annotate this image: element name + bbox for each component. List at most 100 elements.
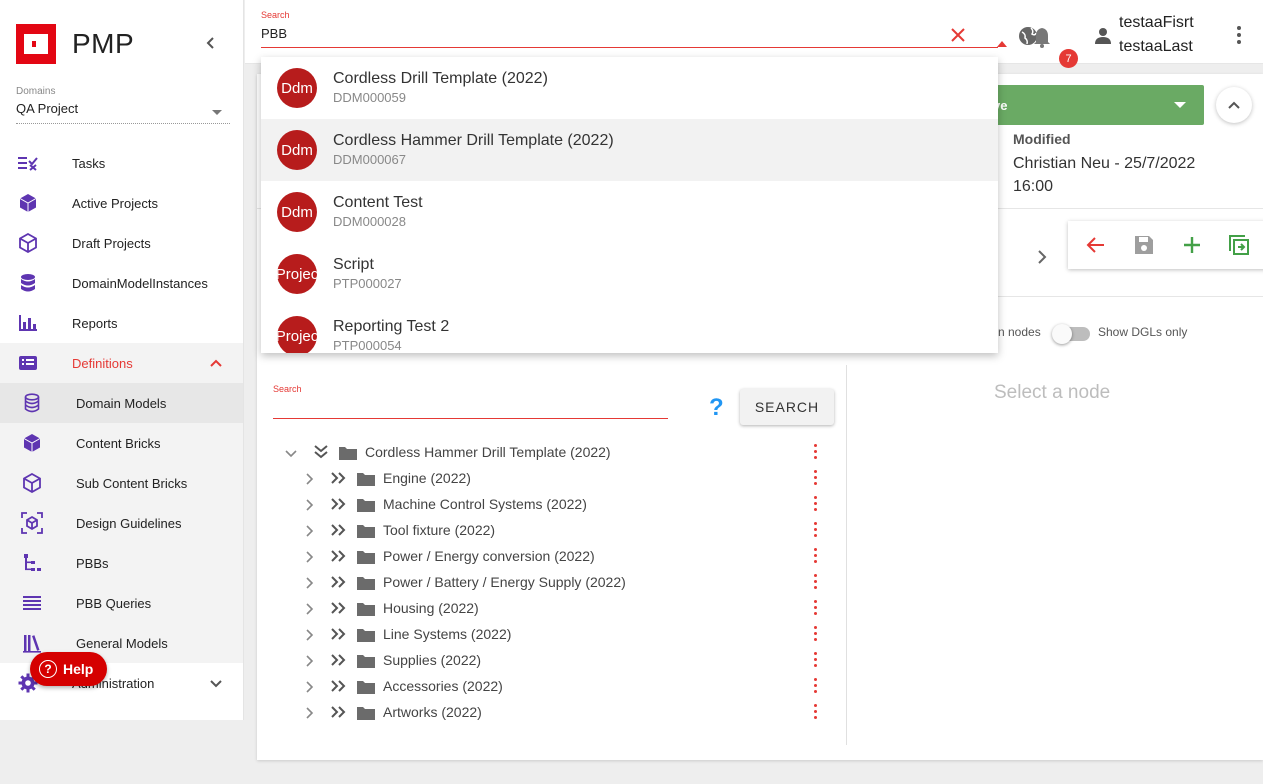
chevron-right-icon[interactable] <box>302 680 316 694</box>
globe-bell-icon[interactable] <box>1018 22 1062 50</box>
sidebar-item-definitions[interactable]: Definitions <box>0 343 243 383</box>
more-vert-icon[interactable] <box>812 678 818 696</box>
search-result-item[interactable]: Ddm Cordless Hammer Drill Template (2022)… <box>261 119 998 181</box>
more-vert-icon[interactable] <box>812 600 818 618</box>
search-result-item[interactable]: Ddm Cordless Drill Template (2022) DDM0000… <box>261 57 998 119</box>
double-chevron-right-icon[interactable] <box>330 523 348 537</box>
double-chevron-right-icon[interactable] <box>330 549 348 563</box>
double-chevron-right-icon[interactable] <box>330 627 348 641</box>
chevron-right-icon[interactable] <box>302 654 316 668</box>
chevron-right-icon[interactable] <box>302 550 316 564</box>
collapse-card-button[interactable] <box>1216 87 1252 123</box>
global-search-input[interactable] <box>261 26 921 41</box>
result-avatar: Projec <box>277 316 317 353</box>
double-chevron-right-icon[interactable] <box>330 653 348 667</box>
global-search-field: Search <box>261 8 1007 48</box>
sidebar-item-domain-models[interactable]: Domain Models <box>0 383 243 423</box>
more-vert-icon[interactable] <box>1235 26 1243 46</box>
search-button[interactable]: SEARCH <box>740 389 834 425</box>
tree-node-row[interactable]: Power / Energy conversion (2022) <box>280 543 825 569</box>
domain-select[interactable]: Domains QA Project <box>16 86 230 124</box>
add-icon[interactable] <box>1180 233 1204 257</box>
sidebar-item-content-bricks[interactable]: Content Bricks <box>0 423 243 463</box>
sidebar-item-sub-content-bricks[interactable]: Sub Content Bricks <box>0 463 243 503</box>
chevron-right-icon[interactable] <box>302 524 316 538</box>
chevron-right-icon[interactable] <box>1034 248 1050 266</box>
cube-filled-icon <box>17 193 39 213</box>
tree-node-row[interactable]: Accessories (2022) <box>280 673 825 699</box>
search-result-item[interactable]: Projec Script PTP000027 <box>261 243 998 305</box>
chevron-down-icon[interactable] <box>284 446 298 460</box>
chevron-right-icon[interactable] <box>302 628 316 642</box>
save-button[interactable]: ve <box>985 85 1204 125</box>
tree-node-row[interactable]: Tool fixture (2022) <box>280 517 825 543</box>
save-icon[interactable] <box>1132 233 1156 257</box>
tree-node-label: Housing (2022) <box>383 600 479 616</box>
more-vert-icon[interactable] <box>812 496 818 514</box>
more-vert-icon[interactable] <box>812 548 818 566</box>
sidebar-item-design-guidelines[interactable]: Design Guidelines <box>0 503 243 543</box>
tree-node-label: Accessories (2022) <box>383 678 503 694</box>
sidebar-item-active-projects[interactable]: Active Projects <box>0 183 243 223</box>
collapse-sidebar-button[interactable] <box>200 32 222 54</box>
tree-node-row[interactable]: Artworks (2022) <box>280 699 825 725</box>
chevron-right-icon[interactable] <box>302 576 316 590</box>
search-result-item[interactable]: Ddm Content Test DDM000028 <box>261 181 998 243</box>
chevron-right-icon[interactable] <box>302 602 316 616</box>
tree-node-label: Engine (2022) <box>383 470 471 486</box>
tree-node-label: Supplies (2022) <box>383 652 482 668</box>
search-result-item[interactable]: Projec Reporting Test 2 PTP000054 <box>261 305 998 353</box>
tree-node-row[interactable]: Supplies (2022) <box>280 647 825 673</box>
cube-outline-icon <box>21 473 43 493</box>
chevron-right-icon[interactable] <box>302 472 316 486</box>
brand: PMP <box>16 24 134 64</box>
double-chevron-right-icon[interactable] <box>330 497 348 511</box>
more-vert-icon[interactable] <box>812 470 818 488</box>
close-icon[interactable] <box>949 26 967 44</box>
double-chevron-right-icon[interactable] <box>330 679 348 693</box>
help-question-icon[interactable]: ? <box>709 394 724 422</box>
more-vert-icon[interactable] <box>812 444 818 462</box>
more-vert-icon[interactable] <box>812 522 818 540</box>
chevron-right-icon[interactable] <box>302 706 316 720</box>
sidebar-item-label: PBBs <box>76 555 109 571</box>
tree-node-row[interactable]: Power / Battery / Energy Supply (2022) <box>280 569 825 595</box>
domain-value: QA Project <box>16 101 79 116</box>
more-vert-icon[interactable] <box>812 626 818 644</box>
sidebar-item-label: Content Bricks <box>76 435 161 451</box>
double-chevron-right-icon[interactable] <box>330 705 348 719</box>
folder-icon <box>356 601 376 617</box>
cube-filled-icon <box>21 433 43 453</box>
sidebar-item-pbb-queries[interactable]: PBB Queries <box>0 583 243 623</box>
copy-icon[interactable] <box>1227 233 1251 257</box>
arrow-back-icon[interactable] <box>1084 233 1108 257</box>
result-code: DDM000028 <box>333 214 406 229</box>
more-vert-icon[interactable] <box>812 652 818 670</box>
more-vert-icon[interactable] <box>812 704 818 722</box>
chevron-right-icon[interactable] <box>302 498 316 512</box>
double-chevron-right-icon[interactable] <box>330 471 348 485</box>
sidebar-item-domain-model-instances[interactable]: DomainModelInstances <box>0 263 243 303</box>
tree-node-row[interactable]: Machine Control Systems (2022) <box>280 491 825 517</box>
tree-node-row[interactable]: Housing (2022) <box>280 595 825 621</box>
sidebar-item-tasks[interactable]: Tasks <box>0 143 243 183</box>
tree-root-row[interactable]: Cordless Hammer Drill Template (2022) <box>280 439 825 465</box>
double-chevron-right-icon[interactable] <box>330 601 348 615</box>
tree-search-input[interactable] <box>273 398 663 413</box>
sidebar-item-reports[interactable]: Reports <box>0 303 243 343</box>
caret-down-icon[interactable] <box>1174 102 1186 108</box>
help-button[interactable]: ? Help <box>30 652 107 686</box>
double-chevron-right-icon[interactable] <box>330 575 348 589</box>
caret-up-icon[interactable] <box>997 41 1007 47</box>
folder-icon <box>356 549 376 565</box>
more-vert-icon[interactable] <box>812 574 818 592</box>
double-chevron-down-icon[interactable] <box>312 445 330 459</box>
sidebar-item-label: PBB Queries <box>76 595 152 611</box>
sidebar-item-pbbs[interactable]: PBBs <box>0 543 243 583</box>
tree-node-row[interactable]: Line Systems (2022) <box>280 621 825 647</box>
folder-icon <box>356 471 376 487</box>
show-dgls-toggle[interactable] <box>1052 324 1090 344</box>
tree-node-row[interactable]: Engine (2022) <box>280 465 825 491</box>
sidebar-item-draft-projects[interactable]: Draft Projects <box>0 223 243 263</box>
user-icon[interactable] <box>1093 26 1113 46</box>
